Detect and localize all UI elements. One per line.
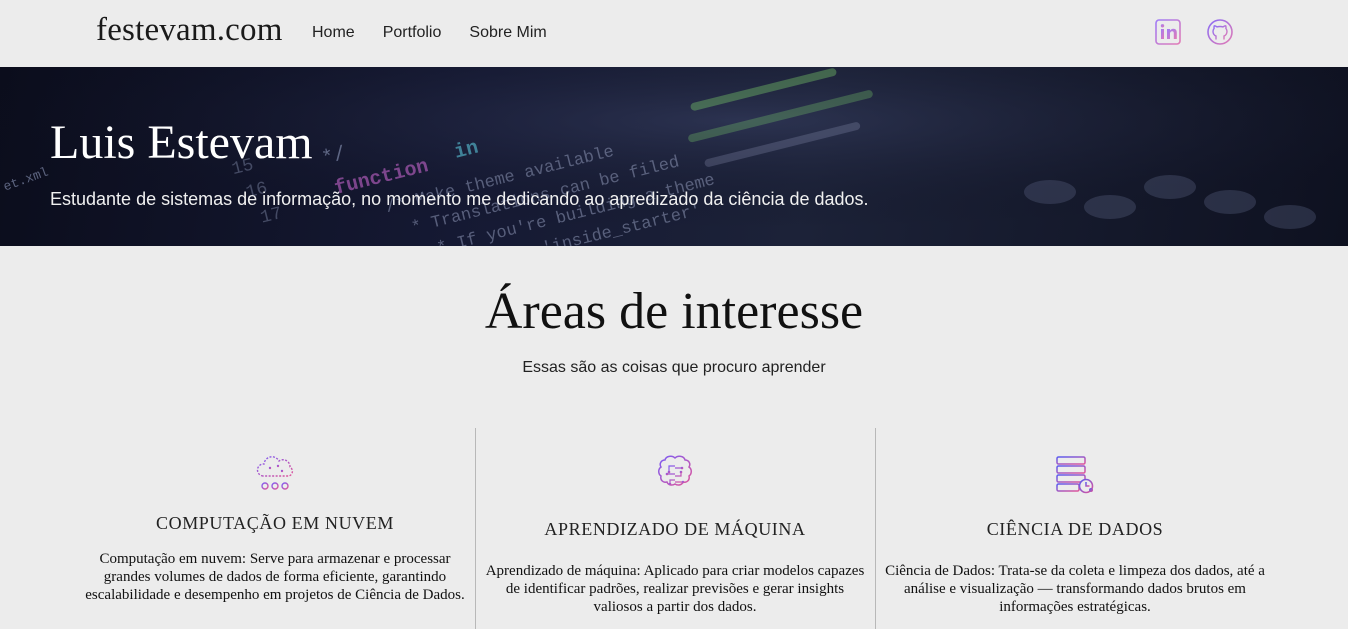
card-description: Aprendizado de máquina: Aplicado para cr… (485, 563, 865, 615)
nav-link-home[interactable]: Home (312, 24, 355, 42)
nav-links: Home Portfolio Sobre Mim (312, 24, 575, 42)
nav-link-portfolio[interactable]: Portfolio (383, 24, 442, 42)
hero-banner: 15 16 17 */ function in /* Make theme av… (0, 67, 1348, 246)
card-description: Ciência de Dados: Trata-se da coleta e l… (885, 563, 1265, 615)
card-title: CIÊNCIA DE DADOS (986, 519, 1164, 539)
section-subtitle: Essas são as coisas que procuro aprender (522, 359, 826, 376)
navbar: festevam.com Home Portfolio Sobre Mim (0, 0, 1348, 67)
hero-subtitle: Estudante de sistemas de informação, no … (50, 189, 869, 209)
github-icon[interactable] (1206, 18, 1234, 46)
brain-chip-icon (653, 452, 697, 496)
hero-name: Luis Estevam (50, 116, 313, 169)
card-description: Computação em nuvem: Serve para armazena… (85, 551, 465, 603)
brand-logo[interactable]: festevam.com (96, 12, 283, 49)
database-server-icon (1053, 452, 1097, 496)
section-title: Áreas de interesse (484, 283, 864, 340)
card-title: COMPUTAÇÃO EM NUVEM (156, 513, 394, 533)
cloud-computing-icon (253, 450, 297, 494)
card-title: APRENDIZADO DE MÁQUINA (544, 519, 806, 539)
linkedin-icon[interactable] (1154, 18, 1182, 46)
nav-link-sobre-mim[interactable]: Sobre Mim (469, 24, 546, 42)
